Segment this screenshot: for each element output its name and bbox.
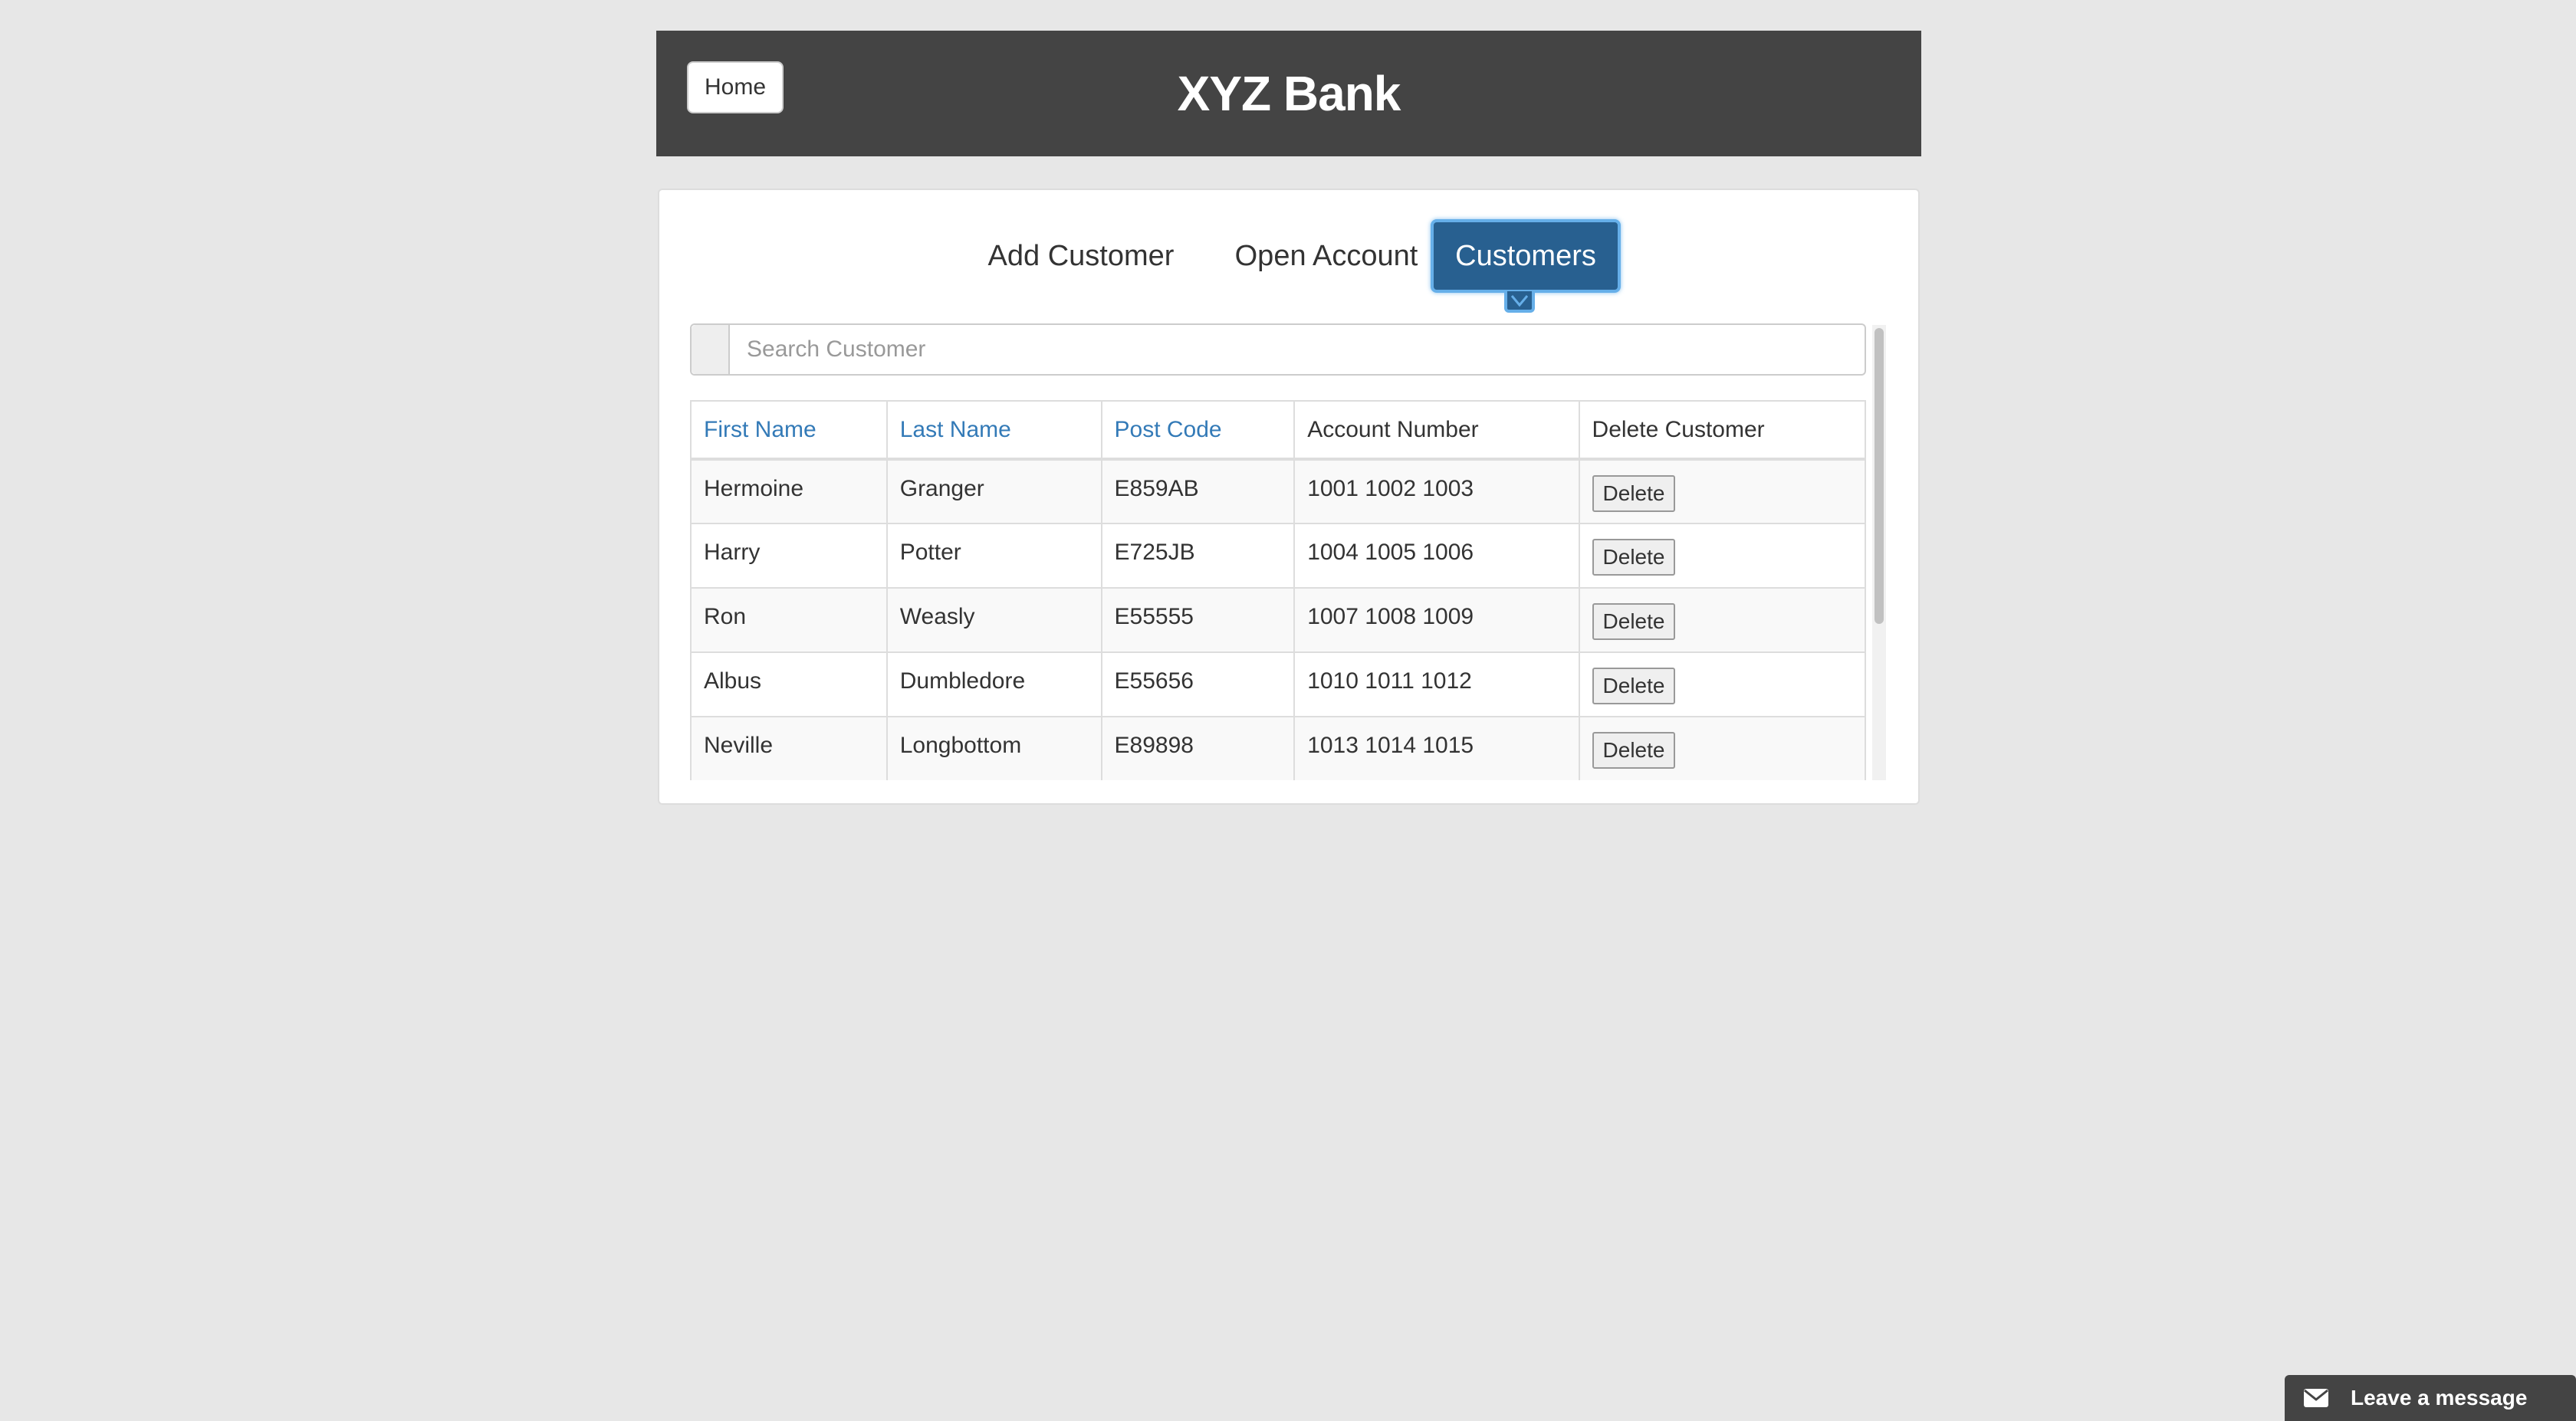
vertical-scrollbar[interactable] (1872, 325, 1886, 780)
cell-post-code: E89898 (1100, 716, 1296, 780)
column-account-number: Account Number (1293, 400, 1580, 461)
customers-table: First Name Last Name Post Code Account N… (690, 400, 1867, 780)
cell-post-code: E55656 (1100, 651, 1296, 717)
table-row: Hermoine Granger E859AB 1001 1002 1003 D… (690, 458, 1867, 524)
bank-title: XYZ Bank (1177, 66, 1401, 121)
table-row: Neville Longbottom E89898 1013 1014 1015… (690, 716, 1867, 780)
table-row: Albus Dumbledore E55656 1010 1011 1012 D… (690, 651, 1867, 717)
cell-account-number: 1013 1014 1015 (1293, 716, 1580, 780)
cell-account-number: 1010 1011 1012 (1293, 651, 1580, 717)
tab-customers[interactable]: Customers (1431, 219, 1621, 293)
tab-open-account[interactable]: Open Account (1211, 219, 1441, 293)
cell-first-name: Hermoine (690, 458, 888, 524)
active-tab-indicator (1504, 291, 1535, 313)
cell-account-number: 1004 1005 1006 (1293, 523, 1580, 589)
delete-button[interactable]: Delete (1592, 603, 1676, 640)
column-delete-customer: Delete Customer (1578, 400, 1867, 461)
scrollbar-thumb[interactable] (1875, 328, 1884, 624)
delete-button[interactable]: Delete (1592, 732, 1676, 769)
search-customer-input[interactable] (730, 325, 1865, 374)
column-post-code[interactable]: Post Code (1100, 400, 1296, 461)
cell-first-name: Albus (690, 651, 888, 717)
delete-button[interactable]: Delete (1592, 668, 1676, 704)
search-group (690, 323, 1866, 376)
cell-first-name: Neville (690, 716, 888, 780)
column-last-name[interactable]: Last Name (886, 400, 1102, 461)
leave-message-widget[interactable]: Leave a message (2285, 1375, 2576, 1421)
manager-panel: Add Customer Open Account Customers Firs… (658, 189, 1920, 805)
cell-delete: Delete (1578, 651, 1867, 717)
cell-first-name: Ron (690, 587, 888, 653)
cell-last-name: Weasly (886, 587, 1102, 653)
tab-add-customer[interactable]: Add Customer (966, 219, 1196, 293)
cell-last-name: Dumbledore (886, 651, 1102, 717)
caret-down-icon (1510, 295, 1529, 307)
cell-delete: Delete (1578, 587, 1867, 653)
cell-last-name: Granger (886, 458, 1102, 524)
cell-delete: Delete (1578, 523, 1867, 589)
table-row: Ron Weasly E55555 1007 1008 1009 Delete (690, 587, 1867, 653)
cell-delete: Delete (1578, 716, 1867, 780)
customer-list-area[interactable]: First Name Last Name Post Code Account N… (690, 323, 1886, 780)
delete-button[interactable]: Delete (1592, 474, 1676, 512)
cell-post-code: E55555 (1100, 587, 1296, 653)
cell-delete: Delete (1578, 458, 1867, 524)
table-row: Harry Potter E725JB 1004 1005 1006 Delet… (690, 523, 1867, 589)
cell-post-code: E859AB (1100, 458, 1296, 524)
app-header: Home XYZ Bank (656, 31, 1921, 156)
cell-post-code: E725JB (1100, 523, 1296, 589)
table-header-row: First Name Last Name Post Code Account N… (690, 400, 1867, 461)
cell-account-number: 1001 1002 1003 (1293, 458, 1580, 524)
leave-message-label: Leave a message (2351, 1386, 2528, 1410)
column-first-name[interactable]: First Name (690, 400, 888, 461)
cell-account-number: 1007 1008 1009 (1293, 587, 1580, 653)
search-addon (692, 325, 730, 374)
cell-first-name: Harry (690, 523, 888, 589)
cell-last-name: Potter (886, 523, 1102, 589)
envelope-icon (2303, 1388, 2329, 1408)
cell-last-name: Longbottom (886, 716, 1102, 780)
delete-button[interactable]: Delete (1592, 539, 1676, 576)
